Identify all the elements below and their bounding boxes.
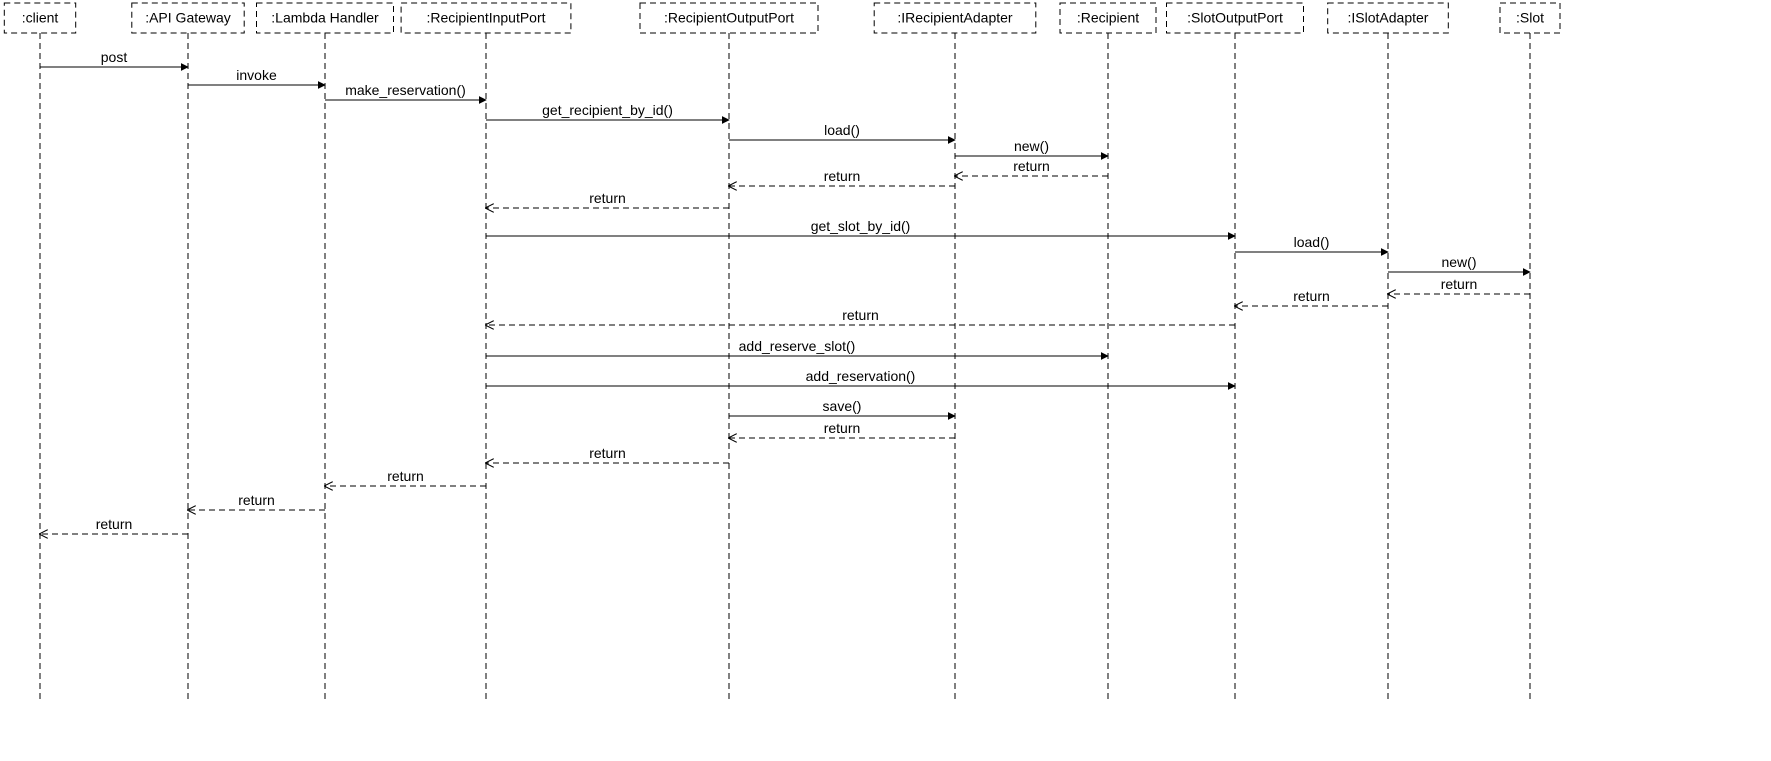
message-label: return (842, 307, 879, 323)
message-label: return (1441, 276, 1478, 292)
participant-recipient: :Recipient (1060, 3, 1156, 700)
sequence-diagram: :client :API Gateway :Lambda Handler :Recip… (0, 0, 1771, 761)
message-18: return (729, 420, 955, 438)
participant-slot: :Slot (1500, 3, 1560, 700)
message-11: new() (1388, 254, 1530, 272)
message-4: load() (729, 122, 955, 140)
message-label: post (101, 49, 128, 65)
message-3: get_recipient_by_id() (486, 102, 729, 120)
messages: post invoke make_reservation() get_recipien… (40, 49, 1530, 534)
message-label: return (824, 168, 861, 184)
participant-label: :API Gateway (145, 10, 231, 26)
message-2: make_reservation() (325, 82, 486, 100)
message-5: new() (955, 138, 1108, 156)
message-label: return (1293, 288, 1330, 304)
message-label: return (1013, 158, 1050, 174)
message-label: return (589, 445, 626, 461)
message-label: get_slot_by_id() (811, 218, 911, 234)
message-9: get_slot_by_id() (486, 218, 1235, 236)
participant-radapter: :IRecipientAdapter (874, 3, 1036, 700)
message-15: add_reserve_slot() (486, 338, 1108, 356)
message-19: return (486, 445, 729, 463)
message-6: return (955, 158, 1108, 176)
message-8: return (486, 190, 729, 208)
message-label: add_reserve_slot() (739, 338, 856, 354)
participant-label: :Slot (1516, 10, 1544, 26)
message-0: post (40, 49, 188, 67)
message-label: return (238, 492, 275, 508)
message-label: return (387, 468, 424, 484)
participant-label: :RecipientOutputPort (664, 10, 794, 26)
message-label: load() (1294, 234, 1330, 250)
participant-label: :ISlotAdapter (1348, 10, 1429, 26)
message-label: return (824, 420, 861, 436)
participant-lambda: :Lambda Handler (257, 3, 394, 700)
participant-sadapter: :ISlotAdapter (1328, 3, 1449, 700)
message-label: return (589, 190, 626, 206)
message-14: return (486, 307, 1235, 325)
participant-label: :RecipientInputPort (426, 10, 545, 26)
message-label: new() (1014, 138, 1049, 154)
message-1: invoke (188, 67, 325, 85)
participant-label: :client (22, 10, 59, 26)
message-label: load() (824, 122, 860, 138)
message-12: return (1388, 276, 1530, 294)
participant-label: :Recipient (1077, 10, 1139, 26)
message-label: add_reservation() (806, 368, 916, 384)
participant-api: :API Gateway (132, 3, 244, 700)
message-13: return (1235, 288, 1388, 306)
message-label: return (96, 516, 133, 532)
message-16: add_reservation() (486, 368, 1235, 386)
message-label: new() (1441, 254, 1476, 270)
participant-label: :Lambda Handler (271, 10, 379, 26)
participant-client: :client (4, 3, 75, 700)
message-label: get_recipient_by_id() (542, 102, 673, 118)
participant-label: :SlotOutputPort (1187, 10, 1283, 26)
message-21: return (188, 492, 325, 510)
message-22: return (40, 516, 188, 534)
message-10: load() (1235, 234, 1388, 252)
message-label: save() (823, 398, 862, 414)
message-20: return (325, 468, 486, 486)
message-label: invoke (236, 67, 277, 83)
message-17: save() (729, 398, 955, 416)
participant-sout: :SlotOutputPort (1167, 3, 1304, 700)
message-7: return (729, 168, 955, 186)
participant-label: :IRecipientAdapter (897, 10, 1013, 26)
message-label: make_reservation() (345, 82, 466, 98)
